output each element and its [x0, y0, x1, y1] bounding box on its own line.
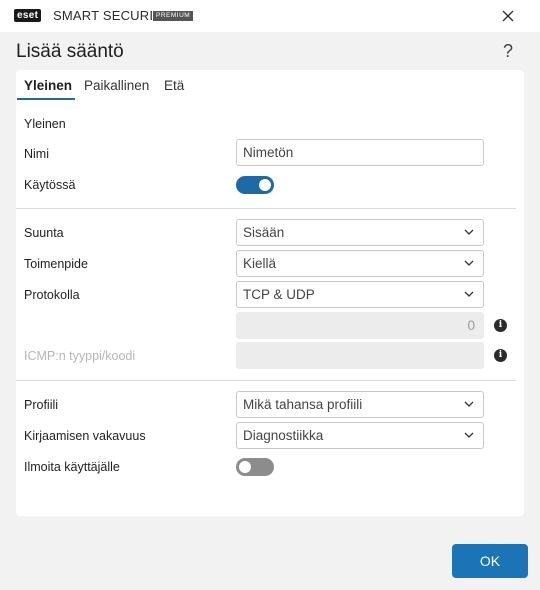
active-tab-indicator — [17, 98, 75, 100]
direction-select[interactable]: Sisään — [236, 219, 484, 246]
action-value: Kiellä — [243, 256, 277, 271]
info-icon[interactable]: i — [494, 319, 507, 332]
section-heading: Yleinen — [24, 117, 66, 131]
chevron-down-icon — [464, 229, 474, 235]
ok-button[interactable]: OK — [452, 544, 528, 578]
dialog-title: Lisää sääntö — [16, 41, 124, 62]
protocol-number-input[interactable]: 0 — [236, 312, 484, 339]
divider — [16, 380, 516, 381]
close-icon — [502, 10, 514, 22]
profile-value: Mikä tahansa profiili — [243, 397, 363, 412]
help-button[interactable]: ? — [503, 41, 513, 62]
toggle-knob — [259, 179, 271, 191]
enabled-toggle[interactable] — [236, 176, 274, 194]
tab-remote[interactable]: Etä — [164, 78, 184, 93]
profile-label: Profiili — [24, 398, 59, 412]
chevron-down-icon — [464, 291, 474, 297]
tab-general[interactable]: Yleinen — [24, 78, 72, 93]
toggle-knob — [239, 461, 251, 473]
notify-label: Ilmoita käyttäjälle — [24, 460, 120, 474]
icmp-input[interactable] — [236, 342, 484, 369]
enabled-label: Käytössä — [24, 178, 76, 192]
close-button[interactable] — [494, 4, 522, 28]
action-label: Toimenpide — [24, 257, 88, 271]
logging-label: Kirjaamisen vakavuus — [24, 429, 146, 443]
chevron-down-icon — [464, 401, 474, 407]
logging-select[interactable]: Diagnostiikka — [236, 422, 484, 449]
direction-value: Sisään — [243, 225, 285, 240]
protocol-value: TCP & UDP — [243, 287, 315, 302]
icmp-label: ICMP:n tyyppi/koodi — [24, 349, 136, 363]
title-bar: eset SMART SECURITY PREMIUM — [0, 0, 540, 32]
tab-local[interactable]: Paikallinen — [84, 78, 149, 93]
profile-select[interactable]: Mikä tahansa profiili — [236, 391, 484, 418]
direction-label: Suunta — [24, 226, 64, 240]
info-icon[interactable]: i — [494, 349, 507, 362]
name-label: Nimi — [24, 147, 49, 161]
rule-panel: Yleinen Paikallinen Etä Yleinen Nimi Nim… — [16, 70, 524, 516]
notify-toggle[interactable] — [236, 458, 274, 476]
chevron-down-icon — [464, 260, 474, 266]
protocol-select[interactable]: TCP & UDP — [236, 281, 484, 308]
chevron-down-icon — [464, 432, 474, 438]
action-select[interactable]: Kiellä — [236, 250, 484, 277]
edition-badge: PREMIUM — [153, 11, 194, 21]
logging-value: Diagnostiikka — [243, 428, 324, 443]
name-input[interactable]: Nimetön — [236, 139, 484, 166]
divider — [16, 208, 516, 209]
protocol-label: Protokolla — [24, 288, 80, 302]
eset-logo: eset — [14, 9, 42, 22]
